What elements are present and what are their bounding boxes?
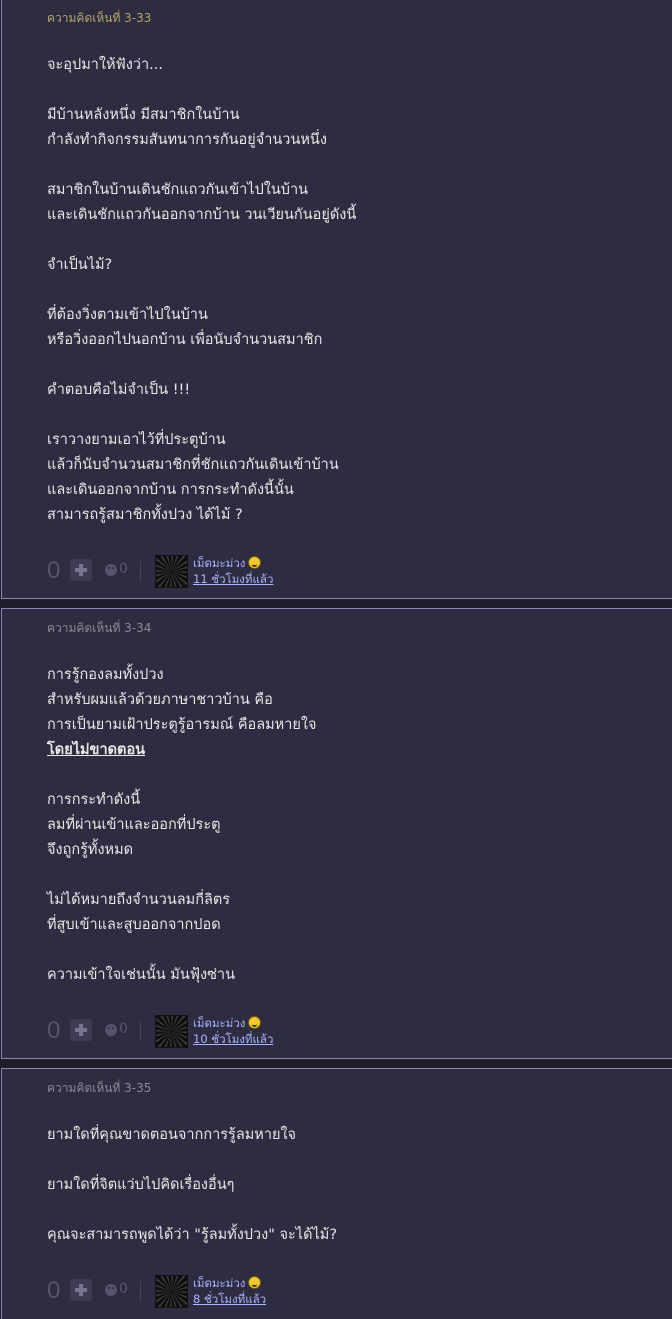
comment-line: การกระทำดังนี้ xyxy=(47,792,141,808)
smile-icon xyxy=(248,556,262,569)
emotion-icon[interactable] xyxy=(105,1284,117,1296)
comment-line: สามารถรู้สมาชิกทั้งปวง ได้ไม้ ? xyxy=(47,507,243,523)
comment-footer: 0 0 เม็ดมะม่วง 8 ชั่วโมงที่แล้ว xyxy=(47,1275,347,1311)
comment-line: แล้วก็นับจำนวนสมาชิกที่ชักแถวกันเดินเข้า… xyxy=(47,457,339,473)
comment-3-34: ความคิดเห็นที่ 3-34 การรู้กองลมทั้งปวง ส… xyxy=(1,608,672,1059)
comment-number: ความคิดเห็นที่ 3-34 xyxy=(47,621,152,635)
avatar[interactable] xyxy=(155,555,188,588)
comment-line: สำหรับผมแล้วด้วยภาษาชาวบ้าน คือ xyxy=(47,692,273,708)
comment-3-33: ความคิดเห็นที่ 3-33 จะอุปมาให้ฟังว่า... … xyxy=(1,0,672,599)
comment-line: สมาชิกในบ้านเดินชักแถวกันเข้าไปในบ้าน xyxy=(47,182,309,198)
emotion-icon[interactable] xyxy=(105,564,117,576)
comment-line xyxy=(47,78,653,103)
comment-line: กำลังทำกิจกรรมสันทนาการกันอยู่จำนวนหนึ่ง xyxy=(47,132,327,148)
comment-line: ที่ต้องวิ่งตามเข้าไปในบ้าน xyxy=(47,307,208,323)
comment-3-35: ความคิดเห็นที่ 3-35 ยามใดที่คุณขาดตอนจาก… xyxy=(1,1068,672,1319)
time-link[interactable]: 10 ชั่วโมงที่แล้ว xyxy=(193,1031,273,1049)
comment-body: จะอุปมาให้ฟังว่า... มีบ้านหลังหนึ่ง มีสม… xyxy=(47,53,653,528)
plus-vote-button[interactable] xyxy=(70,559,92,581)
vote-score: 0 xyxy=(47,1017,61,1044)
divider xyxy=(140,1281,141,1301)
comment-line xyxy=(47,153,653,178)
vote-score: 0 xyxy=(47,557,61,584)
divider xyxy=(140,1021,141,1041)
emotion-count: 0 xyxy=(119,1021,128,1037)
comment-line: ไม่ได้หมายถึงจำนวนลมกี่ลิตร xyxy=(47,892,231,908)
comment-line xyxy=(47,938,653,963)
user-name-text[interactable]: เม็ดมะม่วง xyxy=(193,1016,245,1030)
avatar[interactable] xyxy=(155,1015,188,1048)
comment-line: คุณจะสามารถพูดได้ว่า "รู้ลมทั้งปวง" จะได… xyxy=(47,1227,338,1243)
comment-footer: 0 0 เม็ดมะม่วง 11 ชั่วโมงที่แล้ว xyxy=(47,555,347,591)
avatar[interactable] xyxy=(155,1275,188,1308)
comment-line xyxy=(47,763,653,788)
comment-line: จำเป็นไม้? xyxy=(47,257,113,273)
comment-line: ยามใดที่จิตแว่บไปคิดเรื่องอื่นๆ xyxy=(47,1177,235,1193)
emotion-count: 0 xyxy=(119,1281,128,1297)
emotion-count: 0 xyxy=(119,561,128,577)
comment-number: ความคิดเห็นที่ 3-33 xyxy=(47,11,152,25)
comment-number: ความคิดเห็นที่ 3-35 xyxy=(47,1081,152,1095)
comment-line: การเป็นยามเฝ้าประตูรู้อารมณ์ คือลมหายใจ xyxy=(47,717,317,733)
emotion-icon[interactable] xyxy=(105,1024,117,1036)
comment-line: ลมที่ผ่านเข้าและออกที่ประตู xyxy=(47,817,221,833)
smile-icon xyxy=(248,1016,262,1029)
comment-line xyxy=(47,1148,653,1173)
plus-vote-button[interactable] xyxy=(70,1279,92,1301)
comment-line xyxy=(47,403,653,428)
comment-line: และเดินชักแถวกันออกจากบ้าน วนเวียนกันอยู… xyxy=(47,207,357,223)
comment-line: มีบ้านหลังหนึ่ง มีสมาชิกในบ้าน xyxy=(47,107,240,123)
divider xyxy=(140,561,141,581)
comment-line: หรือวิ่งออกไปนอกบ้าน เพื่อนับจำนวนสมาชิก xyxy=(47,332,323,348)
comment-body: ยามใดที่คุณขาดตอนจากการรู้ลมหายใจ ยามใดท… xyxy=(47,1123,653,1248)
comment-line: จะอุปมาให้ฟังว่า... xyxy=(47,57,163,73)
comment-body: การรู้กองลมทั้งปวง สำหรับผมแล้วด้วยภาษาช… xyxy=(47,663,653,988)
comment-line xyxy=(47,228,653,253)
comment-line: ความเข้าใจเช่นนั้น มันฟุ้งซ่าน xyxy=(47,967,235,983)
comment-line: และเดินออกจากบ้าน การกระทำดังนี้นั้น xyxy=(47,482,294,498)
comment-line xyxy=(47,863,653,888)
vote-score: 0 xyxy=(47,1277,61,1304)
comment-line: คำตอบคือไม่จำเป็น !!! xyxy=(47,382,191,398)
comment-line: จึงถูกรู้ทั้งหมด xyxy=(47,842,134,858)
comment-line: ที่สูบเข้าและสูบออกจากปอด xyxy=(47,917,221,933)
comment-line: เราวางยามเอาไว้ที่ประตูบ้าน xyxy=(47,432,226,448)
plus-vote-button[interactable] xyxy=(70,1019,92,1041)
comment-footer: 0 0 เม็ดมะม่วง 10 ชั่วโมงที่แล้ว xyxy=(47,1015,347,1051)
comment-line-emphasis: โดยไม่ขาดตอน xyxy=(47,742,146,758)
time-link[interactable]: 11 ชั่วโมงที่แล้ว xyxy=(193,571,273,589)
time-link[interactable]: 8 ชั่วโมงที่แล้ว xyxy=(193,1291,266,1309)
user-name-text[interactable]: เม็ดมะม่วง xyxy=(193,1276,245,1290)
smile-icon xyxy=(248,1276,262,1289)
comment-line xyxy=(47,278,653,303)
user-name-text[interactable]: เม็ดมะม่วง xyxy=(193,556,245,570)
comment-line: ยามใดที่คุณขาดตอนจากการรู้ลมหายใจ xyxy=(47,1127,297,1143)
comment-line xyxy=(47,353,653,378)
comment-line xyxy=(47,1198,653,1223)
comment-line: การรู้กองลมทั้งปวง xyxy=(47,667,164,683)
